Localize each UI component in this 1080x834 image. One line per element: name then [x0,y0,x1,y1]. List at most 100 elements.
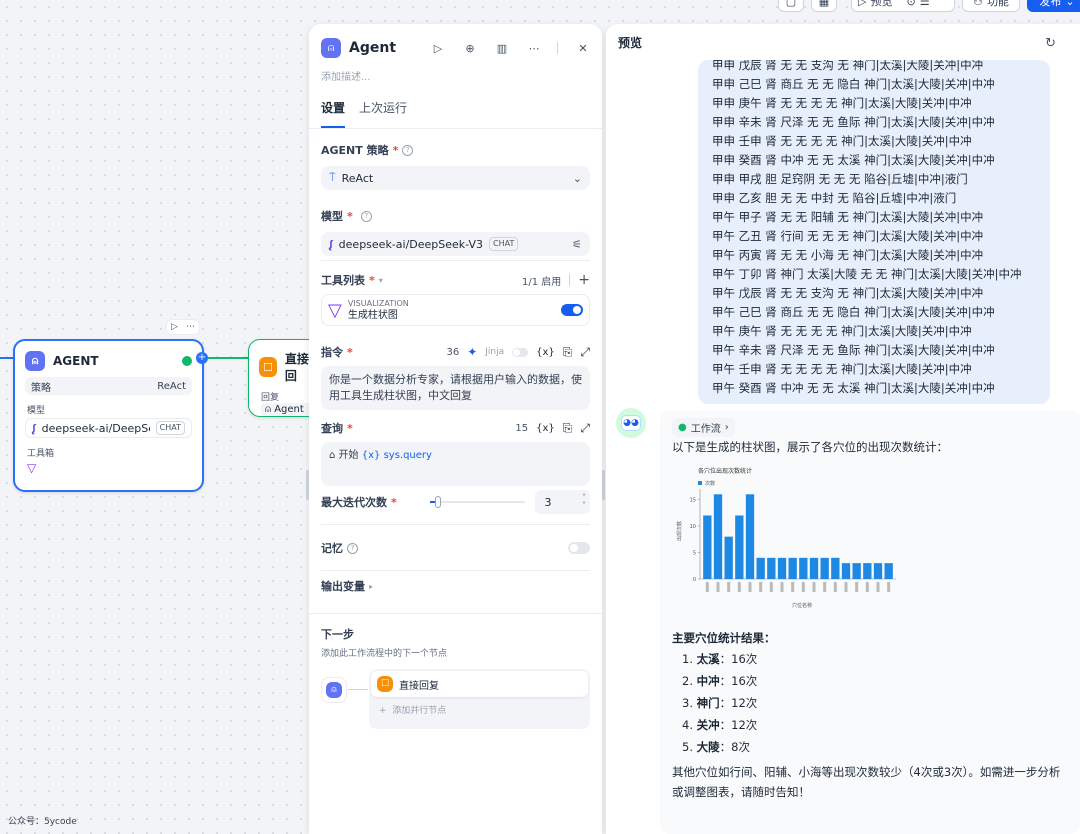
layout-icon[interactable]: ▥ [495,41,509,55]
query-start: 开始 [338,450,359,461]
features-button[interactable]: ⚇ 功能 [962,0,1020,12]
output-variables-toggle[interactable]: 输出变量 ▸ [321,578,590,594]
iterations-label: 最大迭代次数 * [321,494,430,510]
add-parallel-node[interactable]: + 添加并行节点 [379,703,590,716]
tool-enable-toggle[interactable] [561,304,583,316]
workflow-chip[interactable]: ● 工作流 › [672,418,735,437]
user-message-line: 甲午 丁卯 肾 神门 太溪|大陵 无 无 神门|太溪|大陵|关冲|中冲 [712,267,1022,281]
connector [348,689,368,690]
expand-icon[interactable]: ⤢ [580,345,590,360]
variable-icon[interactable]: {x} [536,347,555,358]
chat-chip: CHAT [489,237,519,251]
copy-icon[interactable]: ⎘ [563,345,573,360]
refresh-icon[interactable]: ↻ [1045,36,1056,51]
model-label-text: 模型 [321,210,343,223]
close-icon[interactable]: ✕ [576,41,590,55]
settings-sliders-icon[interactable]: ⚟ [572,238,582,251]
tab-settings[interactable]: 设置 [321,99,346,128]
result-number: 3. [682,696,697,710]
result-item: 3. 神门：12次 [682,692,1068,714]
memory-label: 记忆? [321,540,568,556]
agent-panel-icon: ⍝ [321,38,341,58]
variable-icon[interactable]: {x} [536,423,555,434]
user-message-line: 甲申 壬申 肾 无 无 无 无 神门|太溪|大陵|关冲|中冲 [712,134,972,148]
x-tick-label-glyph [887,582,891,592]
tab-last-run[interactable]: 上次运行 [359,99,407,128]
tool-item[interactable]: ▽ VISUALIZATION 生成柱状图 [321,294,590,326]
instruction-textarea[interactable]: 你是一个数据分析专家，请根据用户输入的数据，使用工具生成柱状图，中文回复 [321,366,590,410]
play-icon: ▷ [858,0,867,8]
more-icon[interactable]: ⋯ [186,322,195,332]
help-icon[interactable]: ? [360,210,372,222]
user-message-line: 甲午 壬申 肾 无 无 无 无 神门|太溪|大陵|关冲|中冲 [712,362,972,376]
deepseek-icon: ᶘ [32,421,36,435]
user-message-line: 甲申 戊辰 肾 无 无 支沟 无 神门|太溪|大陵|关冲|中冲 [712,60,984,72]
agent-node-model-label: 模型 [27,406,46,416]
publish-button[interactable]: 发布 ⌄ [1027,0,1080,12]
y-tick-label: 5 [693,551,696,557]
help-icon[interactable]: ? [347,542,358,554]
instruction-count: 36 [446,346,460,358]
result-name: 大陵 [696,740,720,754]
preview-resize-handle[interactable] [602,470,605,500]
react-icon: ⍑ [329,171,336,184]
iterations-value: 3 [544,495,552,509]
run-node-icon[interactable]: ▷ [171,322,178,332]
agent-icon: ⍝ [326,682,342,698]
chart-bar [820,557,829,579]
preview-run-button[interactable]: ▷ 预览 ⊙ ☰ [851,0,955,12]
strategy-value: ReAct [157,380,186,392]
toolbar-icon-button-2[interactable]: ▦ [811,0,837,12]
locate-icon[interactable]: ⊕ [463,41,477,55]
agent-node-toolbox-label: 工具箱 [27,449,55,459]
chart-bar [809,557,819,579]
iterations-input[interactable]: 3 ˄ ˅ [534,490,590,514]
x-tick-label-glyph [833,582,837,592]
stepper-icon[interactable]: ˄ ˅ [582,494,586,510]
home-icon: ⌂ [329,450,336,461]
chevron-right-icon: › [724,422,729,433]
user-message-line: 甲申 甲戌 胆 足窍阴 无 无 无 陷谷|丘墟|中冲|液门 [712,172,968,186]
add-node-plus-icon[interactable]: + [196,352,208,364]
sparkle-icon[interactable]: ✦ [467,345,477,359]
slider-handle[interactable] [434,496,441,508]
description-input[interactable]: 添加描述... [309,58,602,83]
agent-node[interactable]: ⍝ AGENT 策略 ReAct 模型 ᶘ deepseek-ai/DeepSe… [13,339,204,492]
chart-bar [884,563,893,579]
run-icon[interactable]: ▷ [431,41,445,55]
answer-intro: 以下是生成的柱状图，展示了各穴位的出现次数统计： [672,440,948,454]
jinja-toggle[interactable] [512,347,529,357]
model-select[interactable]: ᶘ deepseek-ai/DeepSeek-V3 CHAT ⚟ [321,232,590,256]
caret-right-icon: ▸ [369,581,374,591]
tools-label: 工具列表 * ▾ [321,272,522,288]
result-name: 中冲 [696,674,720,688]
collapse-icon[interactable]: ▾ [379,276,383,285]
help-icon[interactable]: ? [402,144,414,156]
query-label: 查询 * [321,420,507,436]
preview-panel: 预览 ↻ 甲申 戊辰 肾 无 无 支沟 无 神门|太溪|大陵|关冲|中冲 甲申 己… [606,24,1080,834]
divider [569,274,571,286]
iterations-slider[interactable] [429,495,525,509]
more-icon[interactable]: ⋯ [527,41,541,55]
x-tick-label-glyph [727,582,731,592]
x-tick-label-glyph [865,582,869,592]
x-axis-label: 穴位名称 [792,602,812,609]
tools-count: 1/1 启用 [521,276,562,288]
next-step-label: 下一步 [321,628,354,641]
toolbar-icon-button-1[interactable]: ▢ [778,0,804,12]
memory-toggle[interactable] [568,542,590,554]
next-node-reply[interactable]: ☐ 直接回复 [371,671,588,697]
expand-icon[interactable]: ⤢ [580,421,590,436]
features-icon: ⚇ [973,0,983,8]
add-tool-plus-icon[interactable]: + [578,272,590,288]
chart-title: 各穴位出现次数统计 [698,467,752,475]
result-count: ：12次 [719,696,758,710]
query-var: {x} sys.query [361,450,432,461]
result-name: 太溪 [696,652,720,666]
copy-icon[interactable]: ⎘ [563,421,573,436]
header-divider [557,42,558,54]
strategy-select[interactable]: ⍑ ReAct ⌄ [321,166,590,190]
user-message-line: 甲午 辛未 肾 尺泽 无 无 鱼际 神门|太溪|大陵|关冲|中冲 [712,343,995,357]
query-textarea[interactable]: ⌂ 开始 {x} sys.query [321,442,590,486]
chart-plot: 0 5 10 15 [690,489,896,592]
